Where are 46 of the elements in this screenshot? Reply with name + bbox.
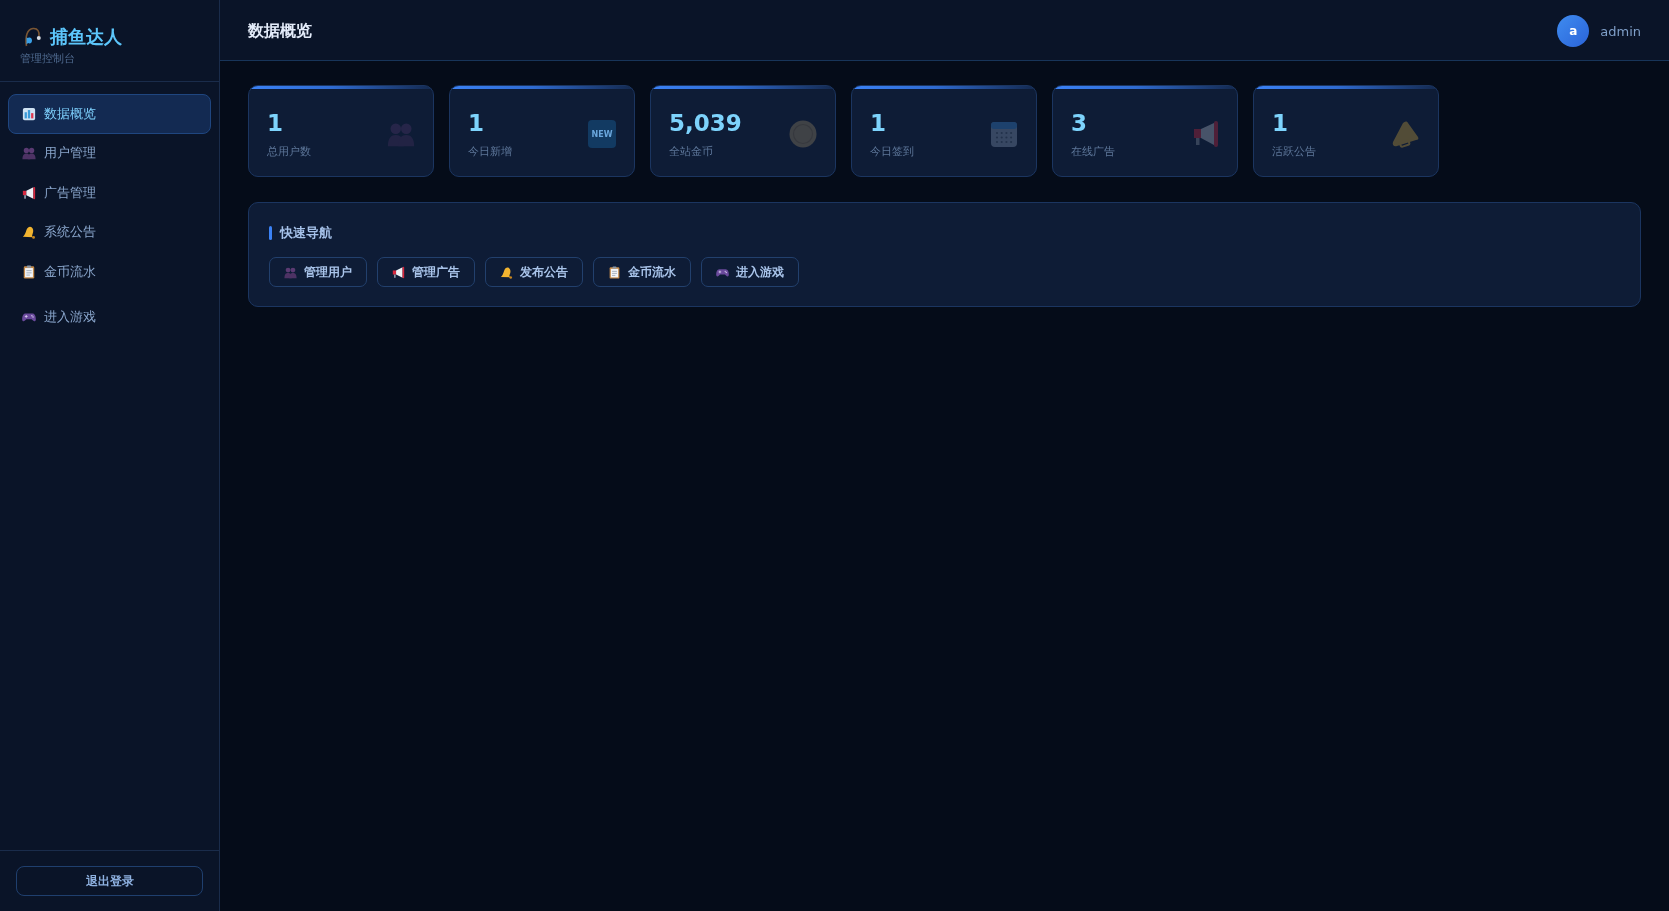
headphones-icon	[24, 27, 42, 47]
nav-item[interactable]: 用户管理	[8, 133, 211, 173]
people-icon	[22, 146, 36, 161]
stat-label: 在线广告	[1071, 145, 1115, 159]
quick-nav-button[interactable]: 管理用户	[269, 257, 367, 287]
stat-label: 今日签到	[870, 145, 914, 159]
user-avatar[interactable]: a	[1557, 15, 1590, 47]
stat-value: 1	[468, 109, 485, 137]
bar-chart-icon	[22, 106, 36, 121]
stat-label: 总用户数	[267, 145, 311, 159]
nav-item[interactable]: 广告管理	[8, 173, 211, 213]
new-badge: NEW	[588, 120, 616, 148]
nav-item[interactable]: 金币流水	[8, 252, 211, 292]
stat-value: 5,039	[669, 109, 742, 137]
stat-value: 1	[267, 109, 284, 137]
stat-value: 3	[1071, 109, 1088, 137]
stat-value: 1	[1272, 109, 1289, 137]
bell-icon	[22, 225, 36, 240]
page-title: 数据概览	[248, 20, 312, 42]
stat-label: 活跃公告	[1272, 145, 1316, 159]
calendar-icon	[990, 120, 1018, 148]
quick-nav-button[interactable]: 管理广告	[377, 257, 475, 287]
quick-nav-button[interactable]: 发布公告	[485, 257, 583, 287]
nav-item[interactable]: 进入游戏	[8, 297, 211, 337]
clipboard-icon	[22, 264, 36, 279]
megaphone-icon	[1193, 120, 1219, 148]
title-marker-icon	[269, 226, 272, 240]
megaphone-icon	[1392, 120, 1420, 148]
stat-label: 全站金币	[669, 145, 714, 159]
megaphone-icon	[22, 185, 36, 200]
brand-title: 捕鱼达人	[50, 25, 122, 49]
clipboard-icon	[608, 265, 621, 279]
user-name: admin	[1600, 23, 1641, 39]
brand-subtitle: 管理控制台	[20, 52, 76, 66]
quick-nav-button[interactable]: 进入游戏	[701, 257, 799, 287]
nav-item[interactable]: 系统公告	[8, 212, 211, 252]
stat-value: 1	[870, 109, 887, 137]
nav-item[interactable]: 数据概览	[8, 94, 211, 134]
stat-label: 今日新增	[468, 145, 512, 159]
bell-icon	[500, 265, 513, 279]
logout-button[interactable]: 退出登录	[16, 866, 203, 896]
megaphone-icon	[392, 265, 405, 279]
quick-nav-button[interactable]: 金币流水	[593, 257, 691, 287]
people-icon	[284, 265, 297, 279]
coin-icon	[789, 120, 817, 148]
section-title: 快速导航	[280, 224, 332, 242]
